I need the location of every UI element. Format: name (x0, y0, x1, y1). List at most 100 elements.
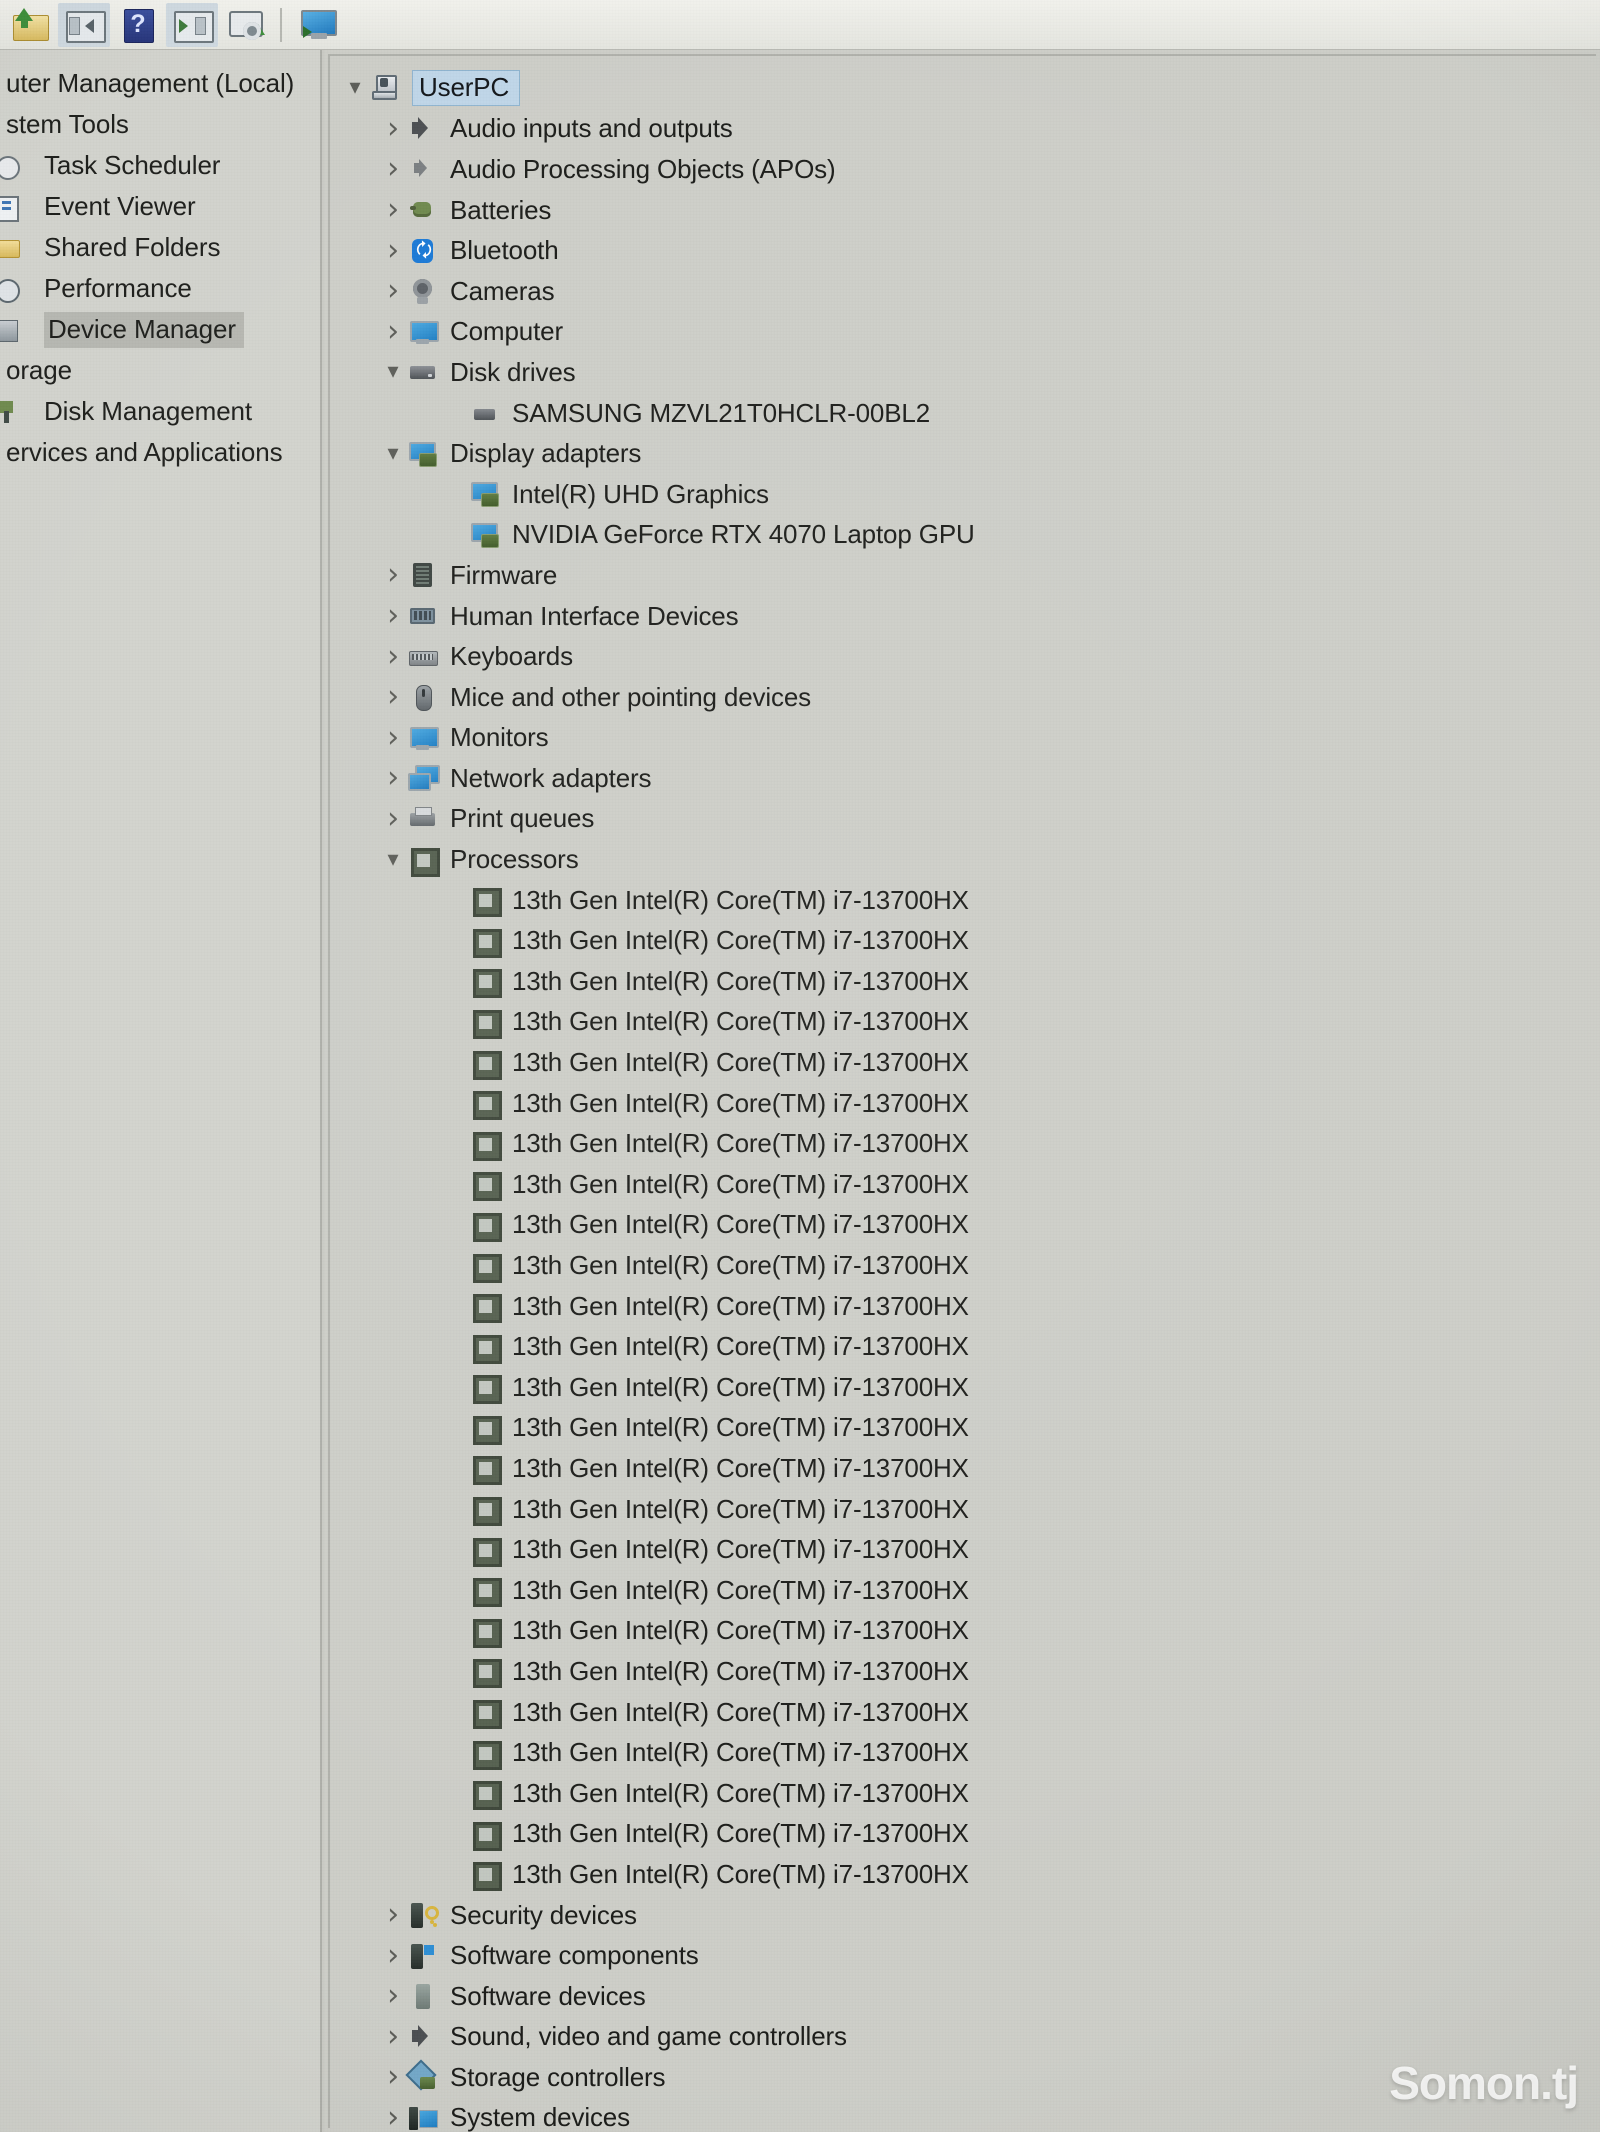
device-node-13th-gen-intel-core-i7-13700hx[interactable]: 13th Gen Intel(R) Core(TM) i7-13700HX (330, 1164, 1596, 1205)
sidebar-item-performance[interactable]: Performance (0, 268, 320, 309)
battery-icon (408, 196, 438, 224)
device-manager-pane[interactable]: ▾ UserPC › Audio inputs and outputs › Audio… (324, 50, 1600, 2132)
device-node-batteries[interactable]: › Batteries (330, 190, 1596, 231)
device-node-label: 13th Gen Intel(R) Core(TM) i7-13700HX (512, 1818, 969, 1849)
device-node-processors[interactable]: ▾ Processors (330, 839, 1596, 880)
show-hide-console-tree-button[interactable] (58, 2, 110, 47)
device-node-intel-uhd-graphics[interactable]: Intel(R) UHD Graphics (330, 474, 1596, 515)
device-node-13th-gen-intel-core-i7-13700hx[interactable]: 13th Gen Intel(R) Core(TM) i7-13700HX (330, 961, 1596, 1002)
device-node-13th-gen-intel-core-i7-13700hx[interactable]: 13th Gen Intel(R) Core(TM) i7-13700HX (330, 1205, 1596, 1246)
device-node-13th-gen-intel-core-i7-13700hx[interactable]: 13th Gen Intel(R) Core(TM) i7-13700HX (330, 1773, 1596, 1814)
chevron-right-icon[interactable]: › (378, 803, 408, 834)
console-tree-pane[interactable]: uter Management (Local) stem Tools Task … (0, 50, 322, 2132)
device-node-nvidia-geforce-rtx-4070-laptop-gpu[interactable]: NVIDIA GeForce RTX 4070 Laptop GPU (330, 515, 1596, 556)
chevron-right-icon[interactable]: › (378, 2102, 408, 2132)
sidebar-item-device-manager[interactable]: Device Manager (0, 309, 320, 350)
properties-button[interactable] (166, 2, 218, 47)
help-button[interactable] (112, 3, 164, 47)
device-node-13th-gen-intel-core-i7-13700hx[interactable]: 13th Gen Intel(R) Core(TM) i7-13700HX (330, 1732, 1596, 1773)
sidebar-item-services-and-applications[interactable]: ervices and Applications (0, 432, 320, 473)
sidebar-item-shared-folders[interactable]: Shared Folders (0, 227, 320, 268)
device-node-13th-gen-intel-core-i7-13700hx[interactable]: 13th Gen Intel(R) Core(TM) i7-13700HX (330, 1042, 1596, 1083)
device-node-audio-processing-objects[interactable]: › Audio Processing Objects (APOs) (330, 149, 1596, 190)
device-node-13th-gen-intel-core-i7-13700hx[interactable]: 13th Gen Intel(R) Core(TM) i7-13700HX (330, 1083, 1596, 1124)
device-node-software-components[interactable]: › Software components (330, 1935, 1596, 1976)
device-node-13th-gen-intel-core-i7-13700hx[interactable]: 13th Gen Intel(R) Core(TM) i7-13700HX (330, 1326, 1596, 1367)
chevron-right-icon[interactable]: › (378, 763, 408, 793)
chevron-down-icon[interactable]: ▾ (378, 361, 408, 383)
up-one-level-button[interactable] (4, 3, 56, 47)
device-node-print-queues[interactable]: › Print queues (330, 799, 1596, 840)
chevron-down-icon[interactable]: ▾ (340, 77, 370, 99)
device-node-software-devices[interactable]: › Software devices (330, 1976, 1596, 2017)
chevron-right-icon[interactable]: › (378, 641, 408, 672)
chevron-down-icon[interactable]: ▾ (378, 848, 408, 871)
device-node-userpc[interactable]: ▾ UserPC (330, 68, 1596, 109)
scan-hardware-changes-button[interactable] (220, 3, 272, 47)
chevron-right-icon[interactable]: › (378, 316, 408, 347)
device-node-13th-gen-intel-core-i7-13700hx[interactable]: 13th Gen Intel(R) Core(TM) i7-13700HX (330, 1245, 1596, 1286)
sidebar-item-event-viewer[interactable]: Event Viewer (0, 186, 320, 227)
chevron-right-icon[interactable]: › (378, 276, 408, 306)
sidebar-item-disk-management[interactable]: Disk Management (0, 391, 320, 432)
device-node-13th-gen-intel-core-i7-13700hx[interactable]: 13th Gen Intel(R) Core(TM) i7-13700HX (330, 1123, 1596, 1164)
device-node-monitors[interactable]: › Monitors (330, 718, 1596, 759)
device-node-network-adapters[interactable]: › Network adapters (330, 758, 1596, 799)
device-node-13th-gen-intel-core-i7-13700hx[interactable]: 13th Gen Intel(R) Core(TM) i7-13700HX (330, 1611, 1596, 1652)
sidebar-item-storage[interactable]: orage (0, 350, 320, 391)
device-node-13th-gen-intel-core-i7-13700hx[interactable]: 13th Gen Intel(R) Core(TM) i7-13700HX (330, 1651, 1596, 1692)
device-node-13th-gen-intel-core-i7-13700hx[interactable]: 13th Gen Intel(R) Core(TM) i7-13700HX (330, 1529, 1596, 1570)
chevron-right-icon[interactable]: › (378, 682, 408, 712)
chevron-right-icon[interactable]: › (378, 113, 408, 144)
device-node-mice-and-other-pointing-devices[interactable]: › Mice and other pointing devices (330, 677, 1596, 718)
device-node-13th-gen-intel-core-i7-13700hx[interactable]: 13th Gen Intel(R) Core(TM) i7-13700HX (330, 1408, 1596, 1449)
processor-icon (470, 1739, 502, 1770)
device-node-13th-gen-intel-core-i7-13700hx[interactable]: 13th Gen Intel(R) Core(TM) i7-13700HX (330, 1854, 1596, 1895)
sidebar-item-task-scheduler[interactable]: Task Scheduler (0, 145, 320, 186)
device-node-sound-video-and-game-controllers[interactable]: › Sound, video and game controllers (330, 2017, 1596, 2058)
chevron-right-icon[interactable]: › (378, 195, 408, 225)
device-node-label: Intel(R) UHD Graphics (512, 478, 769, 509)
device-node-human-interface-devices[interactable]: › Human Interface Devices (330, 596, 1596, 637)
device-node-disk-drives[interactable]: ▾ Disk drives (330, 352, 1596, 393)
device-node-cameras[interactable]: › Cameras (330, 271, 1596, 312)
chevron-right-icon[interactable]: › (378, 722, 408, 753)
device-node-keyboards[interactable]: › Keyboards (330, 636, 1596, 677)
chevron-down-icon[interactable]: ▾ (378, 442, 408, 465)
view-devices-button[interactable] (292, 3, 344, 47)
sidebar-item-computer-management[interactable]: uter Management (Local) (0, 63, 320, 104)
device-node-13th-gen-intel-core-i7-13700hx[interactable]: 13th Gen Intel(R) Core(TM) i7-13700HX (330, 1692, 1596, 1733)
processor-icon (470, 886, 502, 918)
device-node-13th-gen-intel-core-i7-13700hx[interactable]: 13th Gen Intel(R) Core(TM) i7-13700HX (330, 1814, 1596, 1855)
chevron-right-icon[interactable]: › (378, 154, 408, 184)
clock-icon (0, 152, 36, 180)
chevron-right-icon[interactable]: › (378, 1900, 408, 1930)
bluetooth-icon (408, 237, 438, 268)
chevron-right-icon[interactable]: › (378, 560, 408, 590)
chevron-right-icon[interactable]: › (378, 1981, 408, 2011)
device-node-firmware[interactable]: › Firmware (330, 555, 1596, 596)
device-node-label: Keyboards (450, 641, 573, 672)
chevron-right-icon[interactable]: › (378, 601, 408, 631)
device-node-audio-inputs-and-outputs[interactable]: › Audio inputs and outputs (330, 109, 1596, 150)
device-node-13th-gen-intel-core-i7-13700hx[interactable]: 13th Gen Intel(R) Core(TM) i7-13700HX (330, 1489, 1596, 1530)
device-node-security-devices[interactable]: › Security devices (330, 1895, 1596, 1936)
device-node-bluetooth[interactable]: › Bluetooth (330, 230, 1596, 271)
device-node-label: 13th Gen Intel(R) Core(TM) i7-13700HX (512, 1047, 969, 1078)
device-node-13th-gen-intel-core-i7-13700hx[interactable]: 13th Gen Intel(R) Core(TM) i7-13700HX (330, 1448, 1596, 1489)
device-node-13th-gen-intel-core-i7-13700hx[interactable]: 13th Gen Intel(R) Core(TM) i7-13700HX (330, 920, 1596, 961)
device-node-samsung-mzvl21t0hclr-00bl2[interactable]: SAMSUNG MZVL21T0HCLR-00BL2 (330, 393, 1596, 434)
software-component-icon (408, 1942, 438, 1970)
device-node-display-adapters[interactable]: ▾ Display adapters (330, 433, 1596, 474)
device-node-computer[interactable]: › Computer (330, 312, 1596, 353)
chevron-right-icon[interactable]: › (378, 235, 408, 266)
device-node-13th-gen-intel-core-i7-13700hx[interactable]: 13th Gen Intel(R) Core(TM) i7-13700HX (330, 1570, 1596, 1611)
chevron-right-icon[interactable]: › (378, 2021, 408, 2052)
device-node-13th-gen-intel-core-i7-13700hx[interactable]: 13th Gen Intel(R) Core(TM) i7-13700HX (330, 1002, 1596, 1043)
device-node-13th-gen-intel-core-i7-13700hx[interactable]: 13th Gen Intel(R) Core(TM) i7-13700HX (330, 1367, 1596, 1408)
device-node-13th-gen-intel-core-i7-13700hx[interactable]: 13th Gen Intel(R) Core(TM) i7-13700HX (330, 880, 1596, 921)
sidebar-item-system-tools[interactable]: stem Tools (0, 104, 320, 145)
chevron-right-icon[interactable]: › (378, 1940, 408, 1971)
chevron-right-icon[interactable]: › (378, 2062, 408, 2092)
device-node-13th-gen-intel-core-i7-13700hx[interactable]: 13th Gen Intel(R) Core(TM) i7-13700HX (330, 1286, 1596, 1327)
